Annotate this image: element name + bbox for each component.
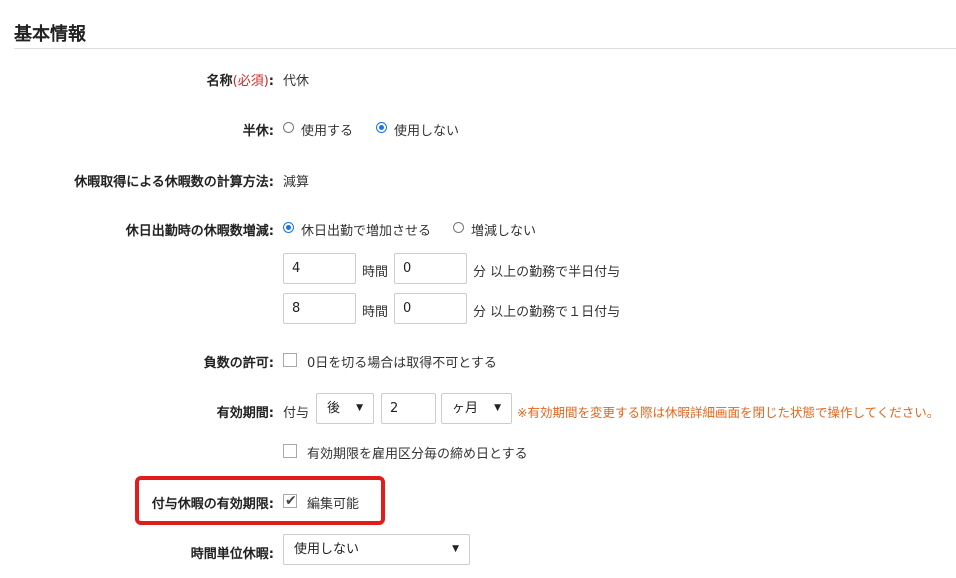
half-day-label: 半休:	[242, 124, 274, 139]
negative-checkbox[interactable]	[283, 353, 297, 367]
validity-label: 有効期間:	[216, 406, 274, 421]
full-day-hours-input[interactable]: 8	[283, 293, 356, 324]
full-day-minutes-suffix: 分 以上の勤務で１日付与	[473, 305, 621, 320]
full-day-minutes-input[interactable]: 0	[394, 293, 467, 324]
holiday-work-increase-label[interactable]: 休日出勤で増加させる	[301, 220, 431, 239]
validity-unit-value: ヶ月	[452, 401, 479, 416]
half-day-use-radio[interactable]	[283, 122, 294, 133]
name-label-text: 名称	[206, 74, 233, 89]
required-marker: (必須)	[232, 74, 269, 89]
chevron-down-icon: ▼	[452, 544, 459, 554]
half-day-not-use-radio[interactable]	[376, 122, 387, 133]
calc-method-value: 減算	[283, 175, 310, 190]
check-icon: ✔	[285, 493, 297, 509]
hourly-leave-label: 時間単位休暇:	[190, 547, 274, 562]
closing-date-checkbox[interactable]	[283, 444, 297, 458]
chevron-down-icon: ▼	[356, 403, 363, 413]
closing-date-checkbox-label[interactable]: 有効期限を雇用区分毎の締め日とする	[307, 443, 528, 462]
granted-validity-checkbox-label[interactable]: 編集可能	[307, 493, 359, 512]
hourly-leave-value: 使用しない	[294, 542, 360, 557]
validity-timing-value: 後	[327, 401, 341, 416]
name-label: 名称(必須):	[207, 70, 274, 89]
granted-validity-checkbox[interactable]: ✔	[283, 493, 297, 509]
validity-unit-select[interactable]: ヶ月 ▼	[441, 393, 512, 424]
full-day-hours-unit: 時間	[362, 305, 389, 320]
half-day-use-label[interactable]: 使用する	[301, 120, 353, 139]
hourly-leave-select[interactable]: 使用しない ▼	[283, 534, 470, 565]
validity-amount-input[interactable]: 2	[381, 393, 436, 424]
validity-prefix: 付与	[283, 406, 310, 421]
granted-validity-label: 付与休暇の有効期限:	[151, 497, 274, 512]
half-day-hours-unit: 時間	[362, 265, 389, 280]
half-day-not-use-label[interactable]: 使用しない	[394, 120, 459, 139]
negative-label: 負数の許可:	[203, 356, 274, 371]
section-title: 基本情報	[14, 24, 86, 45]
holiday-work-label: 休日出勤時の休暇数増減:	[125, 224, 274, 239]
half-day-hours-input[interactable]: 4	[283, 253, 356, 284]
name-label-colon: :	[268, 74, 274, 89]
chevron-down-icon: ▼	[494, 403, 501, 413]
validity-timing-select[interactable]: 後 ▼	[316, 393, 374, 424]
negative-checkbox-label[interactable]: 0日を切る場合は取得不可とする	[307, 352, 497, 371]
holiday-work-increase-radio[interactable]	[283, 222, 294, 233]
holiday-work-no-change-label[interactable]: 増減しない	[471, 220, 536, 239]
validity-warning: ※有効期間を変更する際は休暇詳細画面を閉じた状態で操作してください。	[517, 405, 940, 420]
name-value: 代休	[283, 74, 310, 89]
section-divider	[14, 48, 956, 49]
half-day-minutes-suffix: 分 以上の勤務で半日付与	[473, 265, 621, 280]
calc-method-label: 休暇取得による休暇数の計算方法:	[74, 175, 274, 190]
half-day-minutes-input[interactable]: 0	[394, 253, 467, 284]
holiday-work-no-change-radio[interactable]	[453, 222, 464, 233]
